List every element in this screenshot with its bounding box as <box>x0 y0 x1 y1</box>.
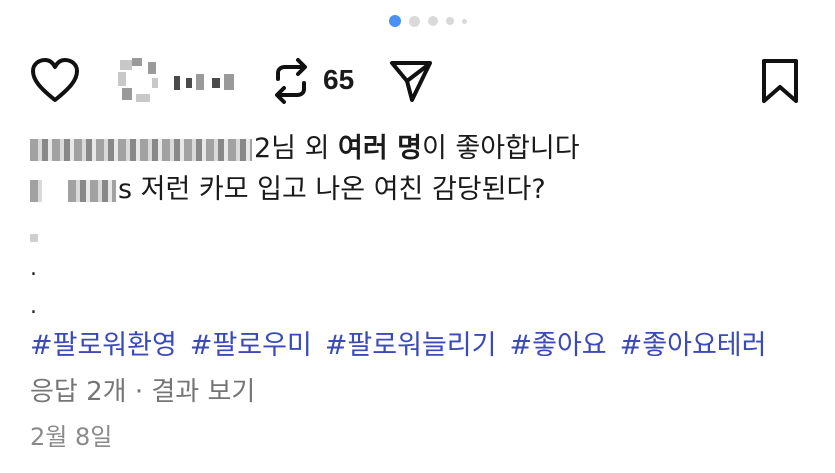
carousel-dot[interactable] <box>446 17 454 25</box>
caption-dot-line: . <box>30 294 37 319</box>
obscured-author <box>30 179 42 202</box>
repost-button[interactable] <box>266 56 316 106</box>
comment-icon <box>118 58 238 104</box>
obscured-mark <box>30 234 38 242</box>
bookmark-icon <box>762 59 798 103</box>
repost-icon <box>275 58 307 104</box>
obscured-username <box>30 138 252 161</box>
action-bar: 65 <box>30 56 805 106</box>
hashtag-list: #팔로워환영 #팔로우미 #팔로워늘리기 #좋아요 #좋아요테러 <box>30 328 766 364</box>
like-button[interactable] <box>30 56 80 106</box>
post-date: 2월 8일 <box>30 423 113 451</box>
carousel-dot[interactable] <box>428 16 438 26</box>
bookmark-button[interactable] <box>755 56 805 106</box>
likes-suffix: 2님 외 <box>254 133 339 164</box>
caption: s 저런 카모 입고 나온 여친 감당된다? <box>30 172 546 208</box>
caption-text: s 저런 카모 입고 나온 여친 감당된다? <box>118 174 546 205</box>
carousel-dot[interactable] <box>462 18 467 24</box>
likes-tail: 이 좋아합니다 <box>421 133 580 164</box>
send-button[interactable] <box>386 56 436 106</box>
obscured-author-name <box>68 179 116 202</box>
comment-button[interactable] <box>118 58 238 104</box>
post-card: 65 2님 외 여러 명이 좋아합니다 s 저런 카모 입고 나온 여친 감당된… <box>0 0 835 473</box>
repost-count: 65 <box>323 64 355 95</box>
carousel-indicator[interactable] <box>389 15 467 27</box>
hashtag-link[interactable]: #팔로우미 <box>190 328 312 364</box>
carousel-dot[interactable] <box>409 15 420 27</box>
hashtag-link[interactable]: #좋아요 <box>509 328 606 364</box>
hashtag-link[interactable]: #팔로워환영 <box>30 328 177 364</box>
hashtag-link[interactable]: #좋아요테러 <box>620 328 767 364</box>
heart-icon <box>31 58 79 102</box>
carousel-dot-active[interactable] <box>389 15 401 27</box>
likes-summary[interactable]: 2님 외 여러 명이 좋아합니다 <box>30 131 580 167</box>
caption-dot-line: . <box>30 256 37 281</box>
view-replies-link[interactable]: 응답 2개 · 결과 보기 <box>30 374 255 410</box>
likes-emphasis: 여러 명 <box>338 133 422 164</box>
hashtag-link[interactable]: #팔로워늘리기 <box>325 328 497 364</box>
send-icon <box>390 61 432 102</box>
